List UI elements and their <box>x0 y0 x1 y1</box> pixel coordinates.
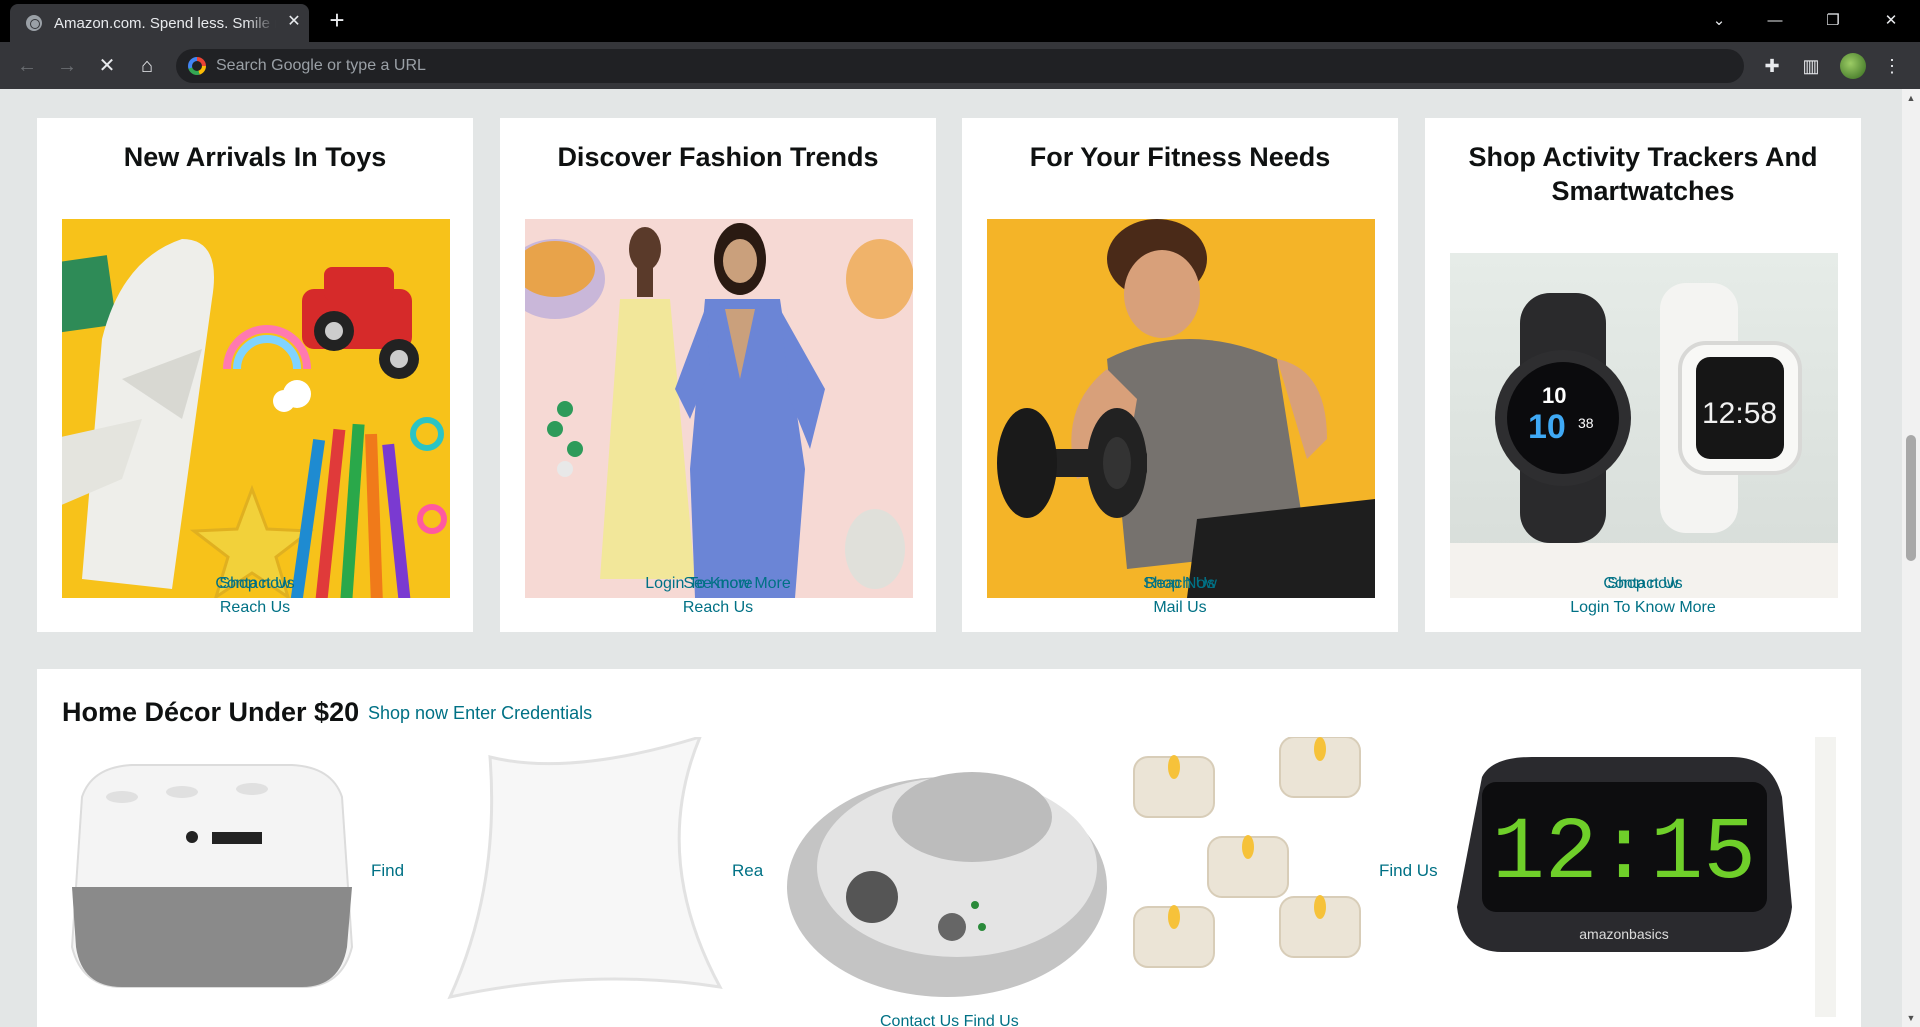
contact-find-us-link[interactable]: Contact Us Find Us <box>880 1013 1019 1027</box>
sound-machine-product[interactable] <box>782 737 1112 1017</box>
watch-seconds: 38 <box>1578 415 1594 431</box>
back-button[interactable]: ← <box>13 52 41 80</box>
browser-tab[interactable]: Amazon.com. Spend less. Smile more. ✕ <box>10 4 309 42</box>
tab-search-icon[interactable]: ⌄ <box>1704 6 1734 36</box>
new-tab-button[interactable]: + <box>324 7 350 34</box>
card-links: Contact Us Shop now Login To Know More <box>1425 572 1861 620</box>
clock-brand: amazonbasics <box>1579 926 1669 942</box>
white-noise-machine-product[interactable] <box>62 737 362 1017</box>
card-smartwatches: Shop Activity Trackers And Smartwatches … <box>1425 118 1861 632</box>
card-fashion: Discover Fashion Trends Login To Know Mo… <box>500 118 936 632</box>
candles-product[interactable] <box>1122 737 1372 1017</box>
globe-icon <box>26 15 42 31</box>
card-links: Contact Us Shop now Reach Us <box>37 572 473 620</box>
tab-title: Amazon.com. Spend less. Smile more. <box>54 15 276 32</box>
tab-strip: Amazon.com. Spend less. Smile more. ✕ + … <box>0 0 1920 42</box>
shop-now-link[interactable]: Shop now Enter Credentials <box>368 703 592 724</box>
watch-hour-big: 10 <box>1528 408 1566 446</box>
scroll-down-icon[interactable]: ▼ <box>1906 1013 1916 1023</box>
scroll-up-icon[interactable]: ▲ <box>1906 93 1916 103</box>
card-links: Login To Know More See more Reach Us <box>500 572 936 620</box>
home-decor-section: Home Décor Under $20 Shop now Enter Cred… <box>37 669 1861 1027</box>
card-fitness: For Your Fitness Needs Shop Now Reach Us <box>962 118 1398 632</box>
restore-button[interactable]: ❐ <box>1818 6 1848 36</box>
fashion-image[interactable] <box>525 219 913 598</box>
reach-us-link[interactable]: Reach Us <box>37 596 473 620</box>
vertical-scrollbar[interactable]: ▲ ▼ <box>1902 89 1920 1027</box>
address-bar[interactable] <box>176 49 1744 83</box>
page-viewport: New Arrivals In Toys Contact Us Shop now… <box>0 89 1902 1027</box>
profile-avatar[interactable] <box>1840 53 1866 79</box>
watch-time: 12:58 <box>1702 397 1777 430</box>
card-title: Discover Fashion Trends <box>557 142 879 172</box>
find-us-link[interactable]: Find Us <box>1379 861 1438 881</box>
see-more-link[interactable]: See more <box>500 572 936 596</box>
extensions-icon[interactable]: ✚ <box>1758 52 1786 80</box>
side-panel-icon[interactable]: ▥ <box>1797 52 1825 80</box>
section-title: Home Décor Under $20 <box>62 697 360 727</box>
close-window-button[interactable]: ✕ <box>1876 6 1906 36</box>
card-links: Shop Now Reach Us Mail Us <box>962 572 1398 620</box>
fitness-image[interactable] <box>987 219 1375 598</box>
card-title: For Your Fitness Needs <box>1029 142 1331 172</box>
browser-toolbar: ← → ✕ ⌂ ✚ ▥ ⋮ <box>0 42 1920 89</box>
reach-us-link[interactable]: Reach Us <box>962 572 1398 596</box>
reach-us-link[interactable]: Reach Us <box>500 596 936 620</box>
home-button[interactable]: ⌂ <box>133 52 161 80</box>
reach-us-link[interactable]: Rea <box>732 861 763 881</box>
card-title: New Arrivals In Toys <box>123 142 387 172</box>
menu-icon[interactable]: ⋮ <box>1878 52 1906 80</box>
login-to-know-more-link[interactable]: Login To Know More <box>1425 596 1861 620</box>
shop-now-link[interactable]: Shop now <box>37 572 473 596</box>
mail-us-link[interactable]: Mail Us <box>962 596 1398 620</box>
minimize-button[interactable]: — <box>1760 6 1790 36</box>
card-title: Shop Activity Trackers And Smartwatches <box>1468 142 1818 206</box>
toys-image[interactable] <box>62 219 450 598</box>
smartwatches-image[interactable]: 10 10 38 12:58 <box>1450 253 1838 598</box>
url-input[interactable] <box>216 49 1716 83</box>
close-tab-icon[interactable]: ✕ <box>285 13 303 31</box>
card-toys: New Arrivals In Toys Contact Us Shop now… <box>37 118 473 632</box>
pillow-product[interactable] <box>420 737 725 1017</box>
clock-display: 12:15 <box>1492 805 1756 904</box>
product-carousel: Find Rea Find Us 12:15 amazonbasics <box>62 737 1836 1027</box>
scroll-thumb[interactable] <box>1906 435 1916 561</box>
partial-product[interactable] <box>1815 737 1836 1017</box>
shop-now-link[interactable]: Shop now <box>1425 572 1861 596</box>
find-link[interactable]: Find <box>371 861 404 881</box>
google-icon <box>188 57 206 75</box>
forward-button[interactable]: → <box>53 52 81 80</box>
watch-hour-small: 10 <box>1542 383 1566 408</box>
alarm-clock-product[interactable]: 12:15 amazonbasics <box>1452 737 1797 1017</box>
stop-loading-button[interactable]: ✕ <box>93 52 121 80</box>
